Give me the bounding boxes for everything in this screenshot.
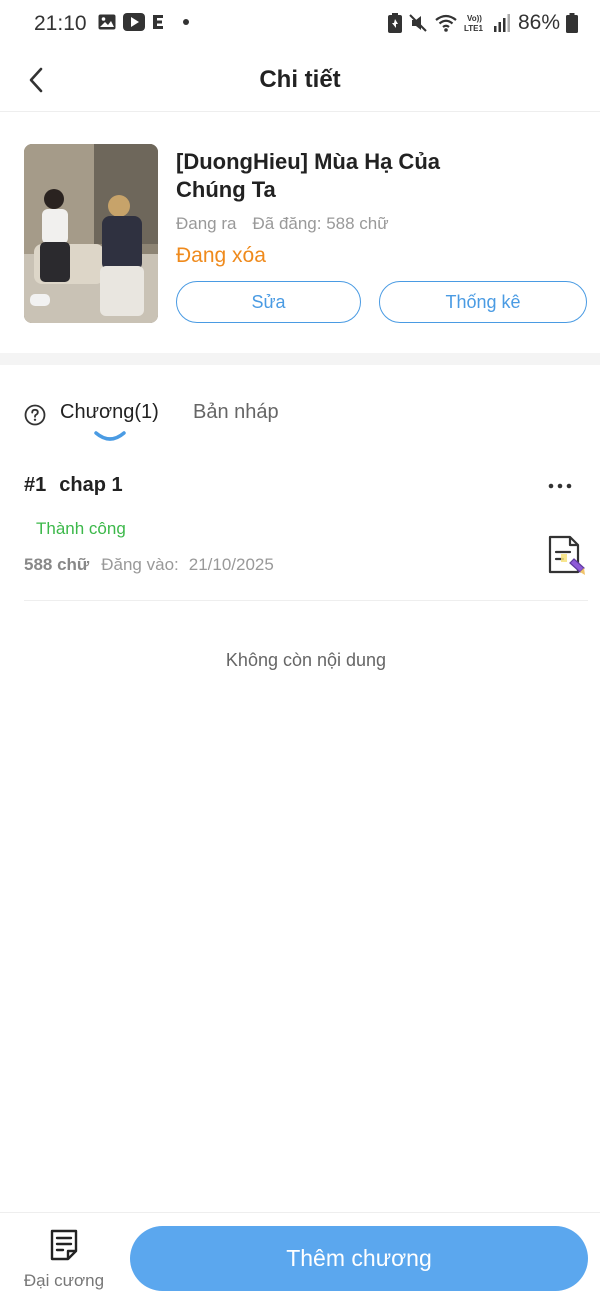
more-options-icon[interactable]	[546, 476, 574, 496]
tab-drafts[interactable]: Bản nháp	[193, 401, 279, 424]
document-outline-icon	[50, 1229, 78, 1261]
section-divider	[0, 353, 600, 365]
help-icon[interactable]	[24, 404, 46, 426]
battery-percent: 86%	[517, 11, 560, 34]
chapter-row[interactable]: #1 chap 1 Thành công 588 chữ Đăng vào: 21/1…	[24, 462, 588, 601]
statistics-button[interactable]: Thống kê	[379, 281, 587, 323]
book-state: Đang ra	[176, 214, 237, 233]
tab-chapters[interactable]: Chương(1)	[60, 401, 159, 424]
chapter-meta: 588 chữ Đăng vào: 21/10/2025	[24, 555, 274, 575]
status-left-icons	[98, 13, 189, 31]
tab-active-indicator	[94, 431, 126, 441]
chapter-word-count: 588 chữ	[24, 555, 90, 574]
battery-icon	[566, 13, 578, 33]
chapter-date: 21/10/2025	[188, 555, 274, 574]
edit-document-icon[interactable]	[546, 534, 588, 578]
dot-icon	[183, 19, 189, 25]
outline-label: Đại cương	[23, 1271, 105, 1290]
mute-icon	[408, 13, 428, 33]
chapter-number: #1	[24, 474, 47, 496]
status-time: 21:10	[34, 12, 87, 35]
book-word-count: Đã đăng: 588 chữ	[252, 214, 389, 233]
book-status: Đang xóa	[176, 244, 266, 267]
chapter-posted-label: Đăng vào:	[101, 555, 179, 574]
book-title: [DuongHieu] Mùa Hạ Của Chúng Ta	[176, 149, 440, 202]
bottom-bar: Đại cương Thêm chương	[0, 1212, 600, 1300]
empty-message: Không còn nội dung	[225, 650, 387, 670]
book-cover-image[interactable]	[24, 144, 158, 323]
e-icon	[152, 14, 164, 30]
battery-saver-icon	[387, 13, 402, 33]
chapter-tabs: Chương(1) Bản nháp	[0, 385, 600, 445]
svg-text:Vo)): Vo))	[467, 14, 482, 23]
signal-icon	[493, 14, 510, 32]
page-title: Chi tiết	[259, 66, 341, 93]
youtube-icon	[123, 13, 145, 31]
edit-button[interactable]: Sửa	[176, 281, 361, 323]
app-header: Chi tiết	[0, 50, 600, 112]
svg-text:LTE1: LTE1	[464, 24, 484, 33]
status-bar: 21:10 Vo)) LTE1 86%	[0, 0, 600, 50]
chapter-status: Thành công	[36, 519, 126, 538]
status-right-icons: Vo)) LTE1 86%	[387, 11, 578, 35]
gallery-icon	[98, 14, 116, 30]
chapter-name: chap 1	[59, 474, 123, 496]
add-chapter-button[interactable]: Thêm chương	[130, 1226, 588, 1291]
book-card: [DuongHieu] Mùa Hạ Của Chúng Ta Đang ra Đ…	[0, 113, 600, 353]
chapter-title: #1 chap 1	[24, 474, 123, 497]
volte-icon: Vo)) LTE1	[464, 13, 488, 33]
wifi-icon	[434, 14, 458, 32]
book-meta: Đang ra Đã đăng: 588 chữ	[176, 214, 389, 234]
outline-button[interactable]: Đại cương	[14, 1227, 114, 1293]
